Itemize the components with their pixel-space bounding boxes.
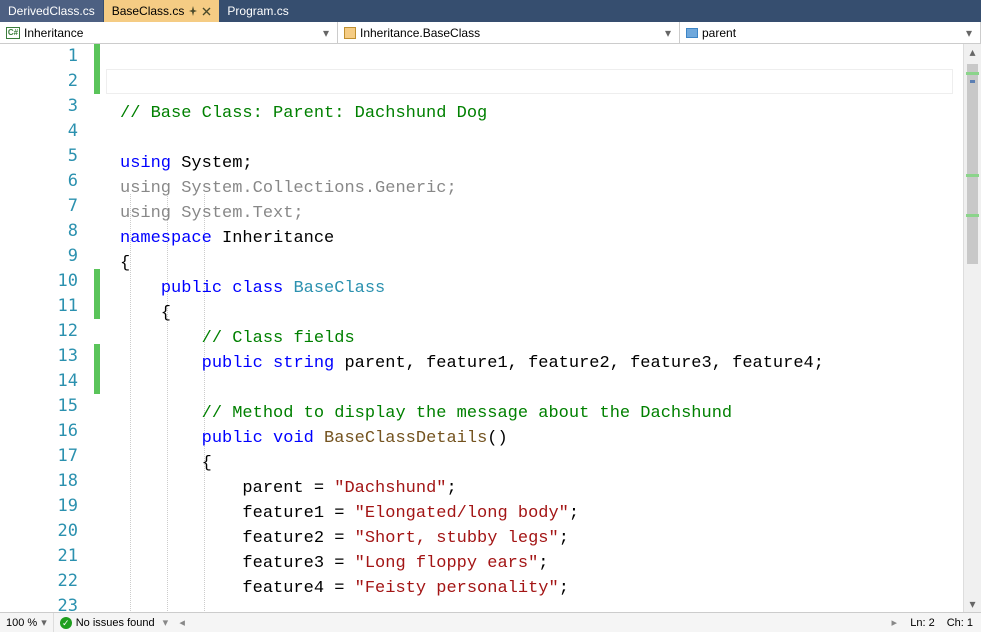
issues-indicator[interactable]: ✓ No issues found ▾: [54, 613, 174, 632]
code-line[interactable]: - public void BaseClassDetails(): [106, 426, 963, 451]
line-number: 15: [0, 394, 84, 419]
code-line[interactable]: [106, 126, 963, 151]
code-line[interactable]: [106, 601, 963, 612]
scroll-change-marker: [966, 174, 979, 177]
line-number: 18: [0, 469, 84, 494]
line-number: 10: [0, 269, 84, 294]
code-line[interactable]: {: [106, 301, 963, 326]
line-number: 3: [0, 94, 84, 119]
chevron-down-icon: ▾: [41, 616, 47, 629]
change-bar: [94, 44, 100, 94]
line-number: 23: [0, 594, 84, 612]
cursor-line-readout: Ln: 2: [910, 617, 934, 629]
issues-text: No issues found: [76, 617, 155, 629]
code-line[interactable]: parent = "Dachshund";: [106, 476, 963, 501]
pin-icon[interactable]: [188, 6, 198, 16]
nav-member-label: parent: [702, 26, 736, 40]
line-number-gutter: 1234567891011121314151617181920212223: [0, 44, 84, 612]
nav-class-label: Inheritance.BaseClass: [360, 26, 480, 40]
line-number: 6: [0, 169, 84, 194]
code-editor[interactable]: 1234567891011121314151617181920212223 //…: [0, 44, 981, 612]
horizontal-scrollbar[interactable]: ◂ ▸: [174, 613, 902, 632]
code-navbar: C# Inheritance ▾ Inheritance.BaseClass ▾…: [0, 22, 981, 44]
scroll-left-arrow[interactable]: ◂: [174, 616, 190, 629]
code-line[interactable]: // Base Class: Parent: Dachshund Dog: [106, 101, 963, 126]
field-icon: [686, 28, 698, 38]
code-line[interactable]: -using System;: [106, 151, 963, 176]
class-icon: [344, 27, 356, 39]
tab-label: Program.cs: [227, 4, 288, 18]
line-number: 2: [0, 69, 84, 94]
chevron-down-icon: ▾: [319, 26, 333, 40]
line-number: 19: [0, 494, 84, 519]
code-line[interactable]: {: [106, 251, 963, 276]
line-number: 11: [0, 294, 84, 319]
nav-scope-label: Inheritance: [24, 26, 83, 40]
cursor-col-readout: Ch: 1: [947, 617, 973, 629]
scroll-up-arrow[interactable]: ▴: [964, 44, 981, 60]
tab-derivedclass[interactable]: DerivedClass.cs: [0, 0, 104, 22]
chevron-down-icon: ▾: [962, 26, 976, 40]
file-tab-bar: DerivedClass.cs BaseClass.cs Program.cs: [0, 0, 981, 22]
line-number: 22: [0, 569, 84, 594]
editor-status-bar: 100 % ▾ ✓ No issues found ▾ ◂ ▸ Ln: 2 Ch…: [0, 612, 981, 632]
code-line[interactable]: using System.Collections.Generic;: [106, 176, 963, 201]
change-bar: [94, 269, 100, 319]
line-number: 14: [0, 369, 84, 394]
zoom-control[interactable]: 100 % ▾: [0, 613, 54, 632]
ok-check-icon: ✓: [60, 617, 72, 629]
scroll-right-arrow[interactable]: ▸: [886, 616, 902, 629]
code-line[interactable]: using System.Text;: [106, 201, 963, 226]
scroll-change-marker: [966, 72, 979, 75]
line-number: 21: [0, 544, 84, 569]
line-number: 5: [0, 144, 84, 169]
vertical-scrollbar[interactable]: ▴ ▾: [963, 44, 981, 612]
line-number: 13: [0, 344, 84, 369]
zoom-value: 100 %: [6, 617, 37, 629]
code-line[interactable]: [106, 376, 963, 401]
change-margin: [84, 44, 106, 612]
code-line[interactable]: public string parent, feature1, feature2…: [106, 351, 963, 376]
code-line[interactable]: // Method to display the message about t…: [106, 401, 963, 426]
scroll-caret-marker: [970, 80, 975, 83]
nav-scope-dropdown[interactable]: C# Inheritance ▾: [0, 22, 338, 43]
change-bar: [94, 344, 100, 394]
code-line[interactable]: feature2 = "Short, stubby legs";: [106, 526, 963, 551]
line-number: 20: [0, 519, 84, 544]
code-line[interactable]: {: [106, 451, 963, 476]
nav-class-dropdown[interactable]: Inheritance.BaseClass ▾: [338, 22, 680, 43]
caret-line-highlight: [106, 69, 953, 94]
nav-member-dropdown[interactable]: parent ▾: [680, 22, 981, 43]
code-line[interactable]: feature3 = "Long floppy ears";: [106, 551, 963, 576]
horizontal-scroll-track[interactable]: [190, 616, 886, 630]
line-number: 7: [0, 194, 84, 219]
code-line[interactable]: - public class BaseClass: [106, 276, 963, 301]
chevron-down-icon: ▾: [163, 616, 169, 629]
line-number: 4: [0, 119, 84, 144]
line-number: 1: [0, 44, 84, 69]
line-number: 17: [0, 444, 84, 469]
line-number: 12: [0, 319, 84, 344]
line-number: 9: [0, 244, 84, 269]
code-line[interactable]: feature1 = "Elongated/long body";: [106, 501, 963, 526]
close-icon[interactable]: [202, 7, 211, 16]
chevron-down-icon: ▾: [661, 26, 675, 40]
code-line[interactable]: -namespace Inheritance: [106, 226, 963, 251]
code-text-area[interactable]: // Base Class: Parent: Dachshund Dog -usi…: [106, 44, 963, 612]
tab-label: BaseClass.cs: [112, 4, 185, 18]
tab-baseclass[interactable]: BaseClass.cs: [104, 0, 220, 22]
code-line[interactable]: feature4 = "Feisty personality";: [106, 576, 963, 601]
tab-program[interactable]: Program.cs: [219, 0, 296, 22]
code-line[interactable]: // Class fields: [106, 326, 963, 351]
csharp-project-icon: C#: [6, 27, 20, 39]
line-number: 8: [0, 219, 84, 244]
tab-label: DerivedClass.cs: [8, 4, 95, 18]
scroll-down-arrow[interactable]: ▾: [964, 596, 981, 612]
scroll-change-marker: [966, 214, 979, 217]
scrollbar-thumb[interactable]: [967, 64, 978, 264]
line-number: 16: [0, 419, 84, 444]
